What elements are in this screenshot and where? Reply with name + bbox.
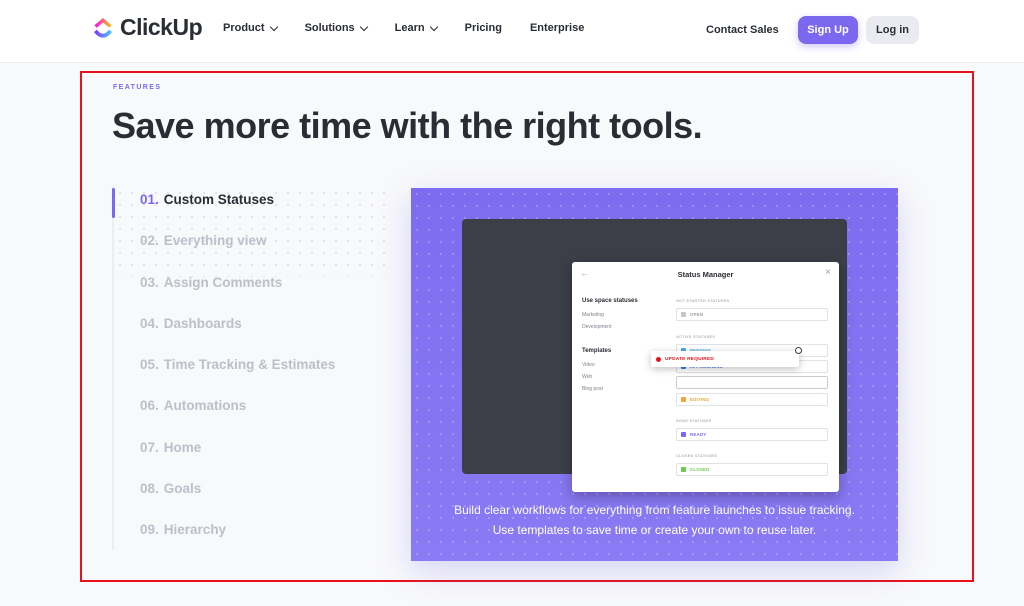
feature-number: 08. (140, 481, 159, 496)
sign-up-button[interactable]: Sign Up (798, 16, 858, 44)
status-editing[interactable]: EDITING (676, 393, 828, 406)
status-closed[interactable]: CLOSED (676, 463, 828, 476)
feature-number: 05. (140, 357, 159, 372)
log-in-button[interactable]: Log in (866, 16, 919, 44)
active-indicator (112, 188, 115, 218)
modal-title: Status Manager (677, 270, 734, 279)
contact-sales-link[interactable]: Contact Sales (706, 24, 779, 36)
close-icon[interactable]: × (825, 267, 831, 278)
group-label-active: ACTIVE STATUSES (676, 335, 716, 339)
feature-item-dashboards[interactable]: 04. Dashboards (140, 316, 242, 331)
status-color-swatch (681, 312, 686, 317)
status-color-swatch (681, 432, 686, 437)
feature-number: 09. (140, 522, 159, 537)
feature-number: 06. (140, 398, 159, 413)
drag-handle-icon[interactable] (795, 347, 802, 354)
status-open[interactable]: OPEN (676, 308, 828, 321)
feature-label: Everything view (163, 233, 267, 248)
group-label-closed: CLOSED STATUSES (676, 454, 718, 458)
chevron-down-icon (269, 22, 278, 31)
templates-heading: Templates (582, 348, 612, 354)
status-ready[interactable]: READY (676, 428, 828, 441)
logo-text: ClickUp (120, 14, 203, 40)
feature-number: 02. (140, 233, 159, 248)
top-navbar: ClickUp Product Solutions Learn Pricing … (0, 0, 1024, 63)
group-label-done: DONE STATUSES (676, 419, 712, 423)
space-statuses-heading[interactable]: Use space statuses (582, 298, 638, 304)
status-editing-label: EDITING (690, 397, 710, 402)
chevron-down-icon (359, 22, 368, 31)
section-headline: Save more time with the right tools. (112, 105, 703, 146)
status-update-label: UPDATE REQUIRED (665, 356, 715, 362)
feature-number: 03. (140, 275, 159, 290)
menu-pricing[interactable]: Pricing (465, 22, 502, 34)
feature-list: 01. Custom Statuses 02. Everything view 03… (112, 186, 372, 550)
status-open-label: OPEN (690, 312, 704, 317)
template-item-blog-post[interactable]: Blog post (582, 386, 603, 392)
feature-item-custom-statuses[interactable]: 01. Custom Statuses (140, 192, 274, 207)
feature-label: Automations (163, 398, 247, 413)
menu-product-label: Product (223, 22, 265, 34)
group-label-not-started: NOT STARTED STATUSES (676, 299, 730, 303)
menu-learn-label: Learn (394, 22, 425, 34)
status-color-swatch (681, 467, 686, 472)
space-item-marketing[interactable]: Marketing (582, 312, 604, 318)
feature-label: Time Tracking & Estimates (163, 357, 336, 372)
space-item-development[interactable]: Development (582, 324, 611, 330)
feature-label: Dashboards (163, 316, 242, 331)
caption-line-2: Use templates to save time or create you… (492, 523, 817, 537)
feature-item-time-tracking[interactable]: 05. Time Tracking & Estimates (140, 357, 335, 372)
feature-caption: Build clear workflows for everything fro… (411, 500, 898, 540)
menu-pricing-label: Pricing (464, 22, 502, 34)
menu-enterprise-label: Enterprise (529, 22, 585, 34)
feature-item-goals[interactable]: 08. Goals (140, 481, 201, 496)
template-item-video[interactable]: Video (582, 362, 595, 368)
dragged-status-update-required[interactable]: UPDATE REQUIRED (651, 347, 802, 367)
feature-label: Custom Statuses (163, 192, 275, 207)
feature-number: 04. (140, 316, 159, 331)
status-drop-slot (676, 376, 828, 389)
menu-solutions-label: Solutions (304, 22, 355, 34)
clickup-logo-icon (94, 17, 112, 38)
status-closed-label: CLOSED (690, 467, 710, 472)
app-screenshot-backdrop: ← Status Manager × Use space statuses Ma… (462, 219, 847, 492)
feature-label: Hierarchy (163, 522, 227, 537)
feature-item-home[interactable]: 07. Home (140, 440, 201, 455)
status-color-swatch (681, 397, 686, 402)
template-item-web[interactable]: Web (582, 374, 592, 380)
menu-enterprise[interactable]: Enterprise (530, 22, 584, 34)
feature-item-hierarchy[interactable]: 09. Hierarchy (140, 522, 226, 537)
menu-solutions[interactable]: Solutions (304, 22, 368, 34)
feature-preview-panel: ← Status Manager × Use space statuses Ma… (411, 188, 898, 561)
feature-item-automations[interactable]: 06. Automations (140, 398, 246, 413)
menu-product[interactable]: Product (223, 22, 278, 34)
section-eyebrow: FEATURES (113, 84, 162, 91)
feature-label: Home (163, 440, 202, 455)
clickup-logo[interactable]: ClickUp (92, 14, 203, 41)
feature-item-assign-comments[interactable]: 03. Assign Comments (140, 275, 282, 290)
feature-label: Assign Comments (163, 275, 283, 290)
feature-number: 01. (140, 192, 159, 207)
main-menu: Product Solutions Learn Pricing Enterpri… (223, 22, 612, 34)
status-manager-modal: ← Status Manager × Use space statuses Ma… (572, 262, 839, 492)
menu-learn[interactable]: Learn (394, 22, 438, 34)
chevron-down-icon (429, 22, 438, 31)
feature-item-everything-view[interactable]: 02. Everything view (140, 233, 267, 248)
status-color-dot (656, 356, 661, 362)
status-ready-label: READY (690, 432, 707, 437)
feature-label: Goals (163, 481, 202, 496)
feature-number: 07. (140, 440, 159, 455)
caption-line-1: Build clear workflows for everything fro… (454, 503, 855, 517)
